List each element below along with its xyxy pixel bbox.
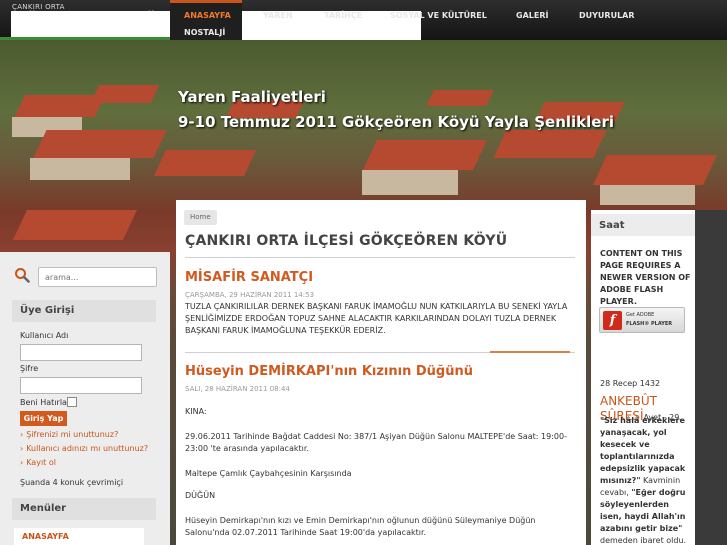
chevron-right-icon: › [20,444,24,453]
forgot-password-link[interactable]: › Şifrenizi mi unuttunuz? [20,430,118,439]
sure-text: "Siz hâlâ erkeklere yanaşacak, yol kesec… [600,415,692,545]
logo-subtitle: ÇANKIRI ORTA [12,3,65,11]
login-panel-title: Üye Girişi [12,300,156,322]
article-paragraph: DÜĞÜN [185,491,216,500]
register-text: Kayıt ol [26,458,56,467]
remember-checkbox[interactable] [67,397,77,407]
verse-end: demeden ibaret oldu. [600,536,687,545]
divider-accent [490,351,570,353]
password-field[interactable] [20,377,142,394]
article-title[interactable]: Hüseyin DEMİRKAPI'nın Kızının Düğünü [185,364,473,379]
forgot-username-link[interactable]: › Kullanıcı adınızı mı unuttunuz? [20,444,148,453]
register-link[interactable]: › Kayıt ol [20,458,56,467]
search-box [8,264,160,290]
flash-notice: CONTENT ON THIS PAGE REQUIRES A NEWER VE… [600,249,691,306]
flash-icon: f [603,311,622,330]
search-input[interactable] [38,267,157,287]
chevron-right-icon: › [20,430,24,439]
article-title[interactable]: MİSAFİR SANATÇI [185,270,313,285]
article-paragraph: 29.06.2011 Tarihinde Bağdat Caddesi No: … [185,432,567,453]
username-field[interactable] [20,344,142,361]
main-nav: ANASAYFA YAREN TARİHÇE SOSYAL VE KÜLTÜRE… [170,0,727,40]
hero-title[interactable]: Yaren Faaliyetleri [178,88,326,106]
verse-quote: "Siz hâlâ erkeklere yanaşacak, yol kesec… [600,416,686,485]
forgot-username-text: Kullanıcı adınızı mı unuttunuz? [26,444,149,453]
article-date: SALI, 28 HAZİRAN 2011 08:44 [185,385,290,393]
site-logo[interactable]: ÇANKIRI ORTA GÖKÇEOREN KÖYÜ [0,0,421,356]
nav-item-galeri[interactable]: GALERİ [516,11,548,20]
remember-label: Beni Hatırla [20,398,67,407]
chevron-right-icon: › [20,458,24,467]
clock-panel-title: Saat [591,214,695,236]
password-label: Şifre [20,364,39,373]
article-paragraph: KINA: [185,407,207,416]
nav-item-anasayfa[interactable]: ANASAYFA [184,11,231,20]
article-paragraph: Maltepe Çamlık Çaybahçesinin Karşısında [185,469,352,478]
nav-item-yaren[interactable]: YAREN [263,11,293,20]
login-button[interactable]: Giriş Yap [20,411,67,426]
hijri-date: 28 Recep 1432 [600,379,661,388]
article-date: ÇARŞAMBA, 29 HAZİRAN 2011 14:53 [185,291,315,299]
forgot-password-text: Şifrenizi mi unuttunuz? [26,430,119,439]
divider [185,257,575,258]
nav-item-duyurular[interactable]: DUYURULAR [579,11,635,20]
nav-item-tarihce[interactable]: TARİHÇE [324,11,362,20]
nav-item-nostalji[interactable]: NOSTALJİ [184,28,225,37]
get-flash-button[interactable]: f Get ADOBE FLASH® PLAYER [599,307,685,333]
online-count: Şuanda 4 konuk çevrimiçi [20,478,124,487]
menus-panel-title: Menüler [12,498,156,520]
nav-item-sosyal-kulturel[interactable]: SOSYAL VE KÜLTÜREL [390,11,487,20]
flash-player-label: FLASH® PLAYER [626,321,673,327]
username-label: Kullanıcı Adı [20,331,69,340]
get-adobe-label: Get ADOBE [626,312,655,318]
breadcrumb[interactable]: Home [184,210,217,225]
article-paragraph: Hüseyin Demirkapı'nın kızı ve Emin Demir… [185,516,536,537]
page-title: ÇANKIRI ORTA İLÇESİ GÖKÇEÖREN KÖYÜ [185,233,508,249]
right-edge-decoration [695,210,727,545]
menu-item-anasayfa[interactable]: ANASAYFA [14,528,144,545]
sure-title-line1: ANKEBÛT [600,394,657,408]
article-body: TUZLA ÇANKIRILILAR DERNEK BAŞKANI FARUK … [185,302,568,335]
hero-subtitle[interactable]: 9-10 Temmuz 2011 Gökçeören Köyü Yayla Şe… [178,113,614,131]
search-icon[interactable] [14,267,30,283]
